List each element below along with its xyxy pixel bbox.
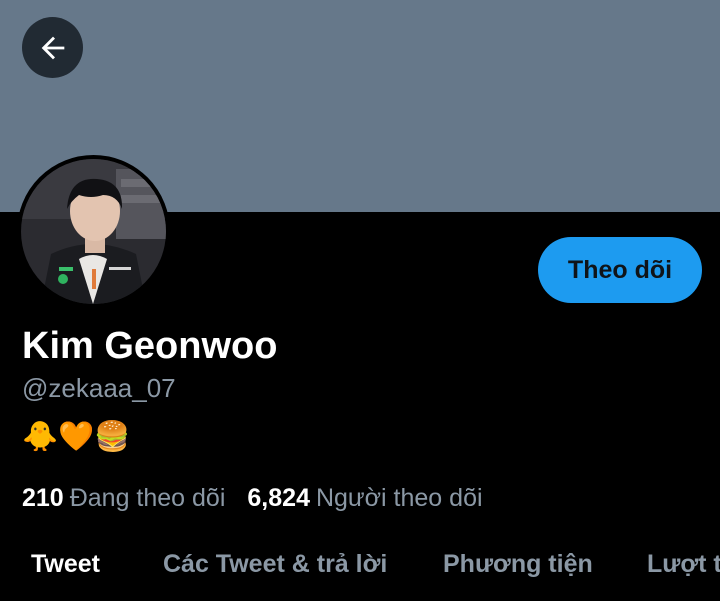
tab-tweets[interactable]: Tweet [31,550,100,579]
following-label: Đang theo dõi [69,484,226,512]
profile-tabs: Tweet Các Tweet & trả lời Phương tiện Lư… [0,540,720,601]
tab-tweets-and-replies[interactable]: Các Tweet & trả lời [163,550,387,579]
tab-media[interactable]: Phương tiện [443,550,593,579]
back-button[interactable] [22,17,83,78]
avatar[interactable] [17,155,170,308]
avatar-image [21,159,166,304]
profile-bio: 🐥🧡🍔 [22,419,131,453]
followers-stat[interactable]: 6,824 Người theo dõi [247,484,482,513]
profile-handle: @zekaaa_07 [22,373,176,403]
profile-name: Kim Geonwoo [22,325,278,367]
profile-stats: 210 Đang theo dõi 6,824 Người theo dõi [22,484,483,513]
following-count: 210 [22,484,64,512]
arrow-left-icon [41,36,64,59]
followers-count: 6,824 [247,484,310,512]
following-stat[interactable]: 210 Đang theo dõi [22,484,225,513]
follow-button[interactable]: Theo dõi [538,237,702,303]
tab-likes[interactable]: Lượt thích [647,550,720,579]
followers-label: Người theo dõi [315,484,483,512]
